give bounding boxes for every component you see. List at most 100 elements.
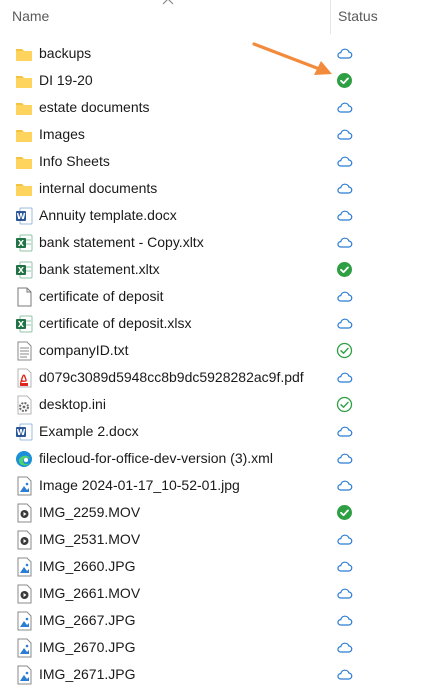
file-row[interactable]: Info Sheets: [0, 148, 430, 175]
always-available-status-icon: [336, 261, 353, 278]
file-row[interactable]: IMG_2660.JPG: [0, 553, 430, 580]
image-file-icon: [15, 638, 33, 658]
file-name: companyID.txt: [39, 342, 129, 358]
cloud-only-status-icon: [336, 423, 353, 440]
file-row[interactable]: estate documents: [0, 94, 430, 121]
file-row[interactable]: backups: [0, 40, 430, 67]
file-list: backups DI 19-20 estate documents Images Inf…: [0, 40, 430, 688]
file-row[interactable]: internal documents: [0, 175, 430, 202]
file-row[interactable]: d079c3089d5948cc8b9dc5928282ac9f.pdf: [0, 364, 430, 391]
svg-text:X: X: [18, 266, 25, 275]
video-file-icon: [15, 584, 33, 604]
cloud-only-status-icon: [336, 126, 353, 143]
cloud-only-status-icon: [336, 45, 353, 62]
folder-icon: [15, 71, 33, 91]
video-file-icon: [15, 503, 33, 523]
blank-file-icon: [15, 287, 33, 307]
always-available-status-icon: [336, 72, 353, 89]
excel-file-icon: X: [15, 260, 33, 280]
file-row[interactable]: IMG_2259.MOV: [0, 499, 430, 526]
svg-text:W: W: [17, 212, 26, 221]
file-row[interactable]: filecloud-for-office-dev-version (3).xml: [0, 445, 430, 472]
svg-text:X: X: [18, 239, 25, 248]
word-document-icon: W: [15, 206, 33, 226]
file-row[interactable]: Xbank statement - Copy.xltx: [0, 229, 430, 256]
edge-browser-file-icon: [15, 449, 33, 469]
folder-icon: [15, 125, 33, 145]
annotation-arrow-icon: [252, 42, 332, 75]
video-file-icon: [15, 530, 33, 550]
cloud-only-status-icon: [336, 153, 353, 170]
cloud-only-status-icon: [336, 369, 353, 386]
file-row[interactable]: IMG_2667.JPG: [0, 607, 430, 634]
file-row[interactable]: Xbank statement.xltx: [0, 256, 430, 283]
file-name: certificate of deposit.xlsx: [39, 315, 192, 331]
file-name: internal documents: [39, 180, 158, 196]
file-name: d079c3089d5948cc8b9dc5928282ac9f.pdf: [39, 369, 304, 385]
file-row[interactable]: W Example 2.docx: [0, 418, 430, 445]
cloud-only-status-icon: [336, 180, 353, 197]
file-name: DI 19-20: [39, 72, 93, 88]
file-name: IMG_2531.MOV: [39, 531, 141, 547]
svg-text:X: X: [18, 320, 25, 329]
text-file-icon: [15, 341, 33, 361]
file-name: certificate of deposit: [39, 288, 164, 304]
file-name: IMG_2661.MOV: [39, 585, 141, 601]
settings-file-icon: [15, 395, 33, 415]
file-row[interactable]: companyID.txt: [0, 337, 430, 364]
file-name: IMG_2670.JPG: [39, 639, 136, 655]
available-locally-status-icon: [336, 342, 353, 359]
folder-icon: [15, 44, 33, 64]
file-row[interactable]: W Annuity template.docx: [0, 202, 430, 229]
image-file-icon: [15, 665, 33, 685]
file-row[interactable]: Image 2024-01-17_10-52-01.jpg: [0, 472, 430, 499]
folder-icon: [15, 152, 33, 172]
image-file-icon: [15, 557, 33, 577]
file-name: IMG_2660.JPG: [39, 558, 136, 574]
image-file-icon: [15, 476, 33, 496]
file-row[interactable]: certificate of deposit: [0, 283, 430, 310]
svg-text:W: W: [17, 428, 26, 437]
file-name: IMG_2259.MOV: [39, 504, 141, 520]
file-name: filecloud-for-office-dev-version (3).xml: [39, 450, 273, 466]
sort-chevron-up-icon: [162, 0, 174, 5]
cloud-only-status-icon: [336, 207, 353, 224]
cloud-only-status-icon: [336, 450, 353, 467]
file-name: estate documents: [39, 99, 150, 115]
file-name: Info Sheets: [39, 153, 110, 169]
file-name: backups: [39, 45, 92, 61]
file-row[interactable]: IMG_2670.JPG: [0, 634, 430, 661]
cloud-only-status-icon: [336, 288, 353, 305]
file-row[interactable]: Xcertificate of deposit.xlsx: [0, 310, 430, 337]
file-name: Image 2024-01-17_10-52-01.jpg: [39, 477, 240, 493]
word-document-icon: W: [15, 422, 33, 442]
file-name: Example 2.docx: [39, 423, 139, 439]
folder-icon: [15, 179, 33, 199]
excel-file-icon: X: [15, 233, 33, 253]
file-row[interactable]: IMG_2661.MOV: [0, 580, 430, 607]
file-name: Images: [39, 126, 85, 142]
folder-icon: [15, 98, 33, 118]
cloud-only-status-icon: [336, 558, 353, 575]
cloud-only-status-icon: [336, 477, 353, 494]
cloud-only-status-icon: [336, 531, 353, 548]
file-row[interactable]: desktop.ini: [0, 391, 430, 418]
image-file-icon: [15, 611, 33, 631]
column-header: Name Status: [0, 0, 430, 34]
file-name: Annuity template.docx: [39, 207, 177, 223]
file-name: bank statement.xltx: [39, 261, 160, 277]
available-locally-status-icon: [336, 396, 353, 413]
file-name: bank statement - Copy.xltx: [39, 234, 204, 250]
file-name: IMG_2667.JPG: [39, 612, 136, 628]
file-row[interactable]: DI 19-20: [0, 67, 430, 94]
always-available-status-icon: [336, 504, 353, 521]
file-name: IMG_2671.JPG: [39, 666, 136, 682]
cloud-only-status-icon: [336, 612, 353, 629]
column-divider[interactable]: [330, 0, 331, 34]
name-column-header[interactable]: Name: [12, 8, 49, 24]
file-row[interactable]: IMG_2531.MOV: [0, 526, 430, 553]
cloud-only-status-icon: [336, 99, 353, 116]
cloud-only-status-icon: [336, 315, 353, 332]
file-row[interactable]: Images: [0, 121, 430, 148]
status-column-header[interactable]: Status: [338, 8, 378, 24]
